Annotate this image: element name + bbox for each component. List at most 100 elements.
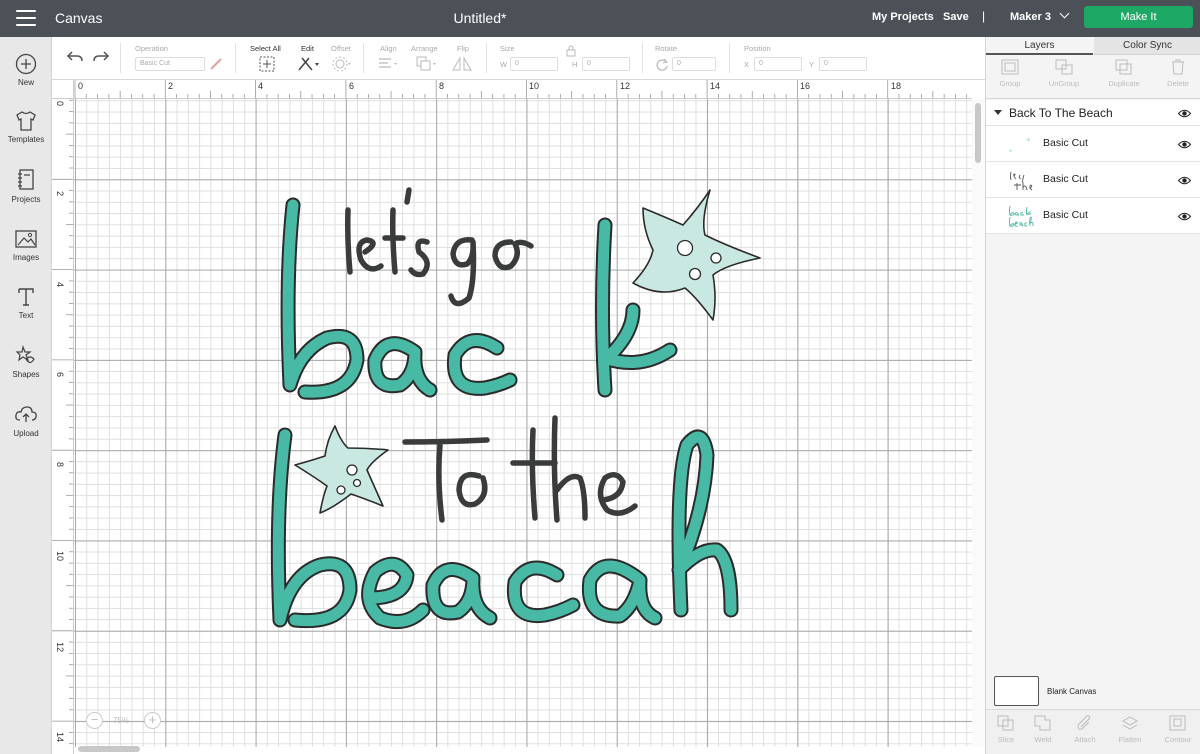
group-button[interactable]: Group [986, 59, 1034, 88]
make-it-button[interactable]: Make It [1084, 6, 1193, 28]
slice-button[interactable]: Slice [986, 715, 1026, 744]
ruler-top-label: 0 [78, 81, 84, 91]
duplicate-button[interactable]: Duplicate [1100, 59, 1148, 88]
lock-icon[interactable] [566, 45, 576, 57]
rotate-input[interactable]: 0 [672, 57, 716, 71]
sidebar-item-text[interactable]: Text [0, 286, 52, 320]
sidebar-item-label: Images [12, 253, 40, 262]
edit-icon[interactable] [297, 56, 321, 72]
top-bar: Canvas Untitled* My Projects Save | Make… [0, 0, 1200, 37]
layer-row[interactable]: * * Basic Cut [986, 126, 1200, 162]
layer-row[interactable]: Basic Cut [986, 162, 1200, 198]
undo-icon[interactable] [66, 50, 84, 64]
operation-select[interactable]: Basic Cut [135, 57, 205, 71]
rotate-value: 0 [677, 60, 681, 67]
width-value: 0 [515, 60, 519, 67]
x-input[interactable]: 0 [754, 57, 802, 71]
layer-row[interactable]: Basic Cut [986, 198, 1200, 234]
layer-name: Basic Cut [1043, 173, 1088, 185]
starfish-small[interactable] [294, 425, 389, 514]
toolbar-divider [120, 43, 121, 73]
flip-label: Flip [457, 44, 470, 53]
layer-group-name: Back To The Beach [1009, 106, 1113, 120]
select-all-icon[interactable] [259, 56, 275, 72]
sidebar-item-templates[interactable]: Templates [0, 110, 52, 144]
my-projects-link[interactable]: My Projects [872, 11, 934, 23]
machine-selector[interactable]: Maker 3 [1010, 8, 1070, 23]
ruler-top-label: 2 [168, 81, 174, 91]
ruler-top-label: 6 [349, 81, 355, 91]
bottom-tools: Slice Weld Attach Flatten Contour [986, 709, 1200, 754]
attach-button[interactable]: Attach [1065, 715, 1105, 744]
horizontal-scrollbar[interactable] [74, 744, 972, 754]
document-title[interactable]: Untitled* [0, 10, 960, 26]
y-label: Y [809, 60, 815, 69]
duplicate-label: Duplicate [1108, 79, 1140, 88]
zoom-control: − 75% + [86, 710, 164, 732]
collapse-triangle-icon[interactable] [994, 110, 1002, 115]
eye-icon[interactable] [1178, 140, 1191, 149]
eye-icon[interactable] [1178, 109, 1191, 118]
flatten-label: Flatten [1118, 735, 1142, 744]
eye-icon[interactable] [1178, 176, 1191, 185]
starfish-thumbnail-icon: ** [1009, 137, 1031, 156]
width-input[interactable]: 0 [510, 57, 558, 71]
align-label: Align [380, 44, 397, 53]
ruler-top-label: 4 [258, 81, 264, 91]
scrollbar-thumb[interactable] [78, 746, 140, 752]
zoom-in-button[interactable]: + [144, 712, 161, 729]
scrollbar-thumb[interactable] [975, 103, 981, 163]
delete-button[interactable]: Delete [1154, 59, 1200, 88]
sidebar-item-projects[interactable]: Projects [0, 168, 52, 204]
rotate-label: Rotate [655, 44, 678, 53]
eye-icon[interactable] [1178, 212, 1191, 221]
layers-panel: Layers Color Sync Group UnGroup Duplicat… [985, 37, 1200, 754]
weld-button[interactable]: Weld [1023, 715, 1063, 744]
layer-group-row[interactable]: Back To The Beach [986, 100, 1200, 126]
sidebar-item-new[interactable]: New [0, 53, 52, 87]
ruler-top-label: 14 [710, 81, 721, 91]
zoom-out-button[interactable]: − [86, 712, 103, 729]
ruler-top-label: 10 [529, 81, 540, 91]
sidebar-item-upload[interactable]: Upload [0, 404, 52, 438]
notebook-icon [18, 169, 34, 190]
flatten-button[interactable]: Flatten [1110, 715, 1150, 744]
y-input[interactable]: 0 [819, 57, 867, 71]
tab-color-sync[interactable]: Color Sync [1094, 37, 1200, 55]
y-value: 0 [824, 60, 828, 67]
tab-layers[interactable]: Layers [986, 37, 1093, 55]
delete-label: Delete [1167, 79, 1189, 88]
sidebar-item-images[interactable]: Images [0, 228, 52, 262]
offset-icon [332, 56, 351, 72]
ruler-top: 0 2 4 6 8 10 12 14 16 18 2 [74, 80, 972, 99]
ruler-left-label: 0 [55, 101, 65, 107]
height-value: 0 [587, 60, 591, 67]
blank-canvas-swatch[interactable] [994, 676, 1039, 706]
ruler-left-label: 12 [55, 642, 65, 653]
height-input[interactable]: 0 [582, 57, 630, 71]
contour-button[interactable]: Contour [1158, 715, 1198, 744]
vertical-scrollbar[interactable] [972, 99, 985, 747]
ungroup-button[interactable]: UnGroup [1040, 59, 1088, 88]
pen-color-icon[interactable] [209, 57, 223, 71]
attach-icon [1077, 715, 1091, 730]
to-the-text[interactable] [402, 415, 638, 523]
tshirt-icon [16, 111, 36, 131]
sidebar-item-label: Text [18, 311, 34, 320]
lets-go-to-the-thumbnail-icon [1010, 171, 1033, 191]
toolbar-divider [486, 43, 487, 73]
height-label: H [572, 60, 578, 69]
starfish-large[interactable] [632, 189, 761, 321]
save-button[interactable]: Save [943, 11, 969, 23]
shapes-icon [15, 345, 35, 364]
sidebar-item-label: Templates [7, 135, 45, 144]
ruler-left-label: 10 [55, 551, 65, 562]
position-label: Position [744, 44, 771, 53]
sidebar-item-shapes[interactable]: Shapes [0, 345, 52, 379]
svg-text:*: * [1009, 148, 1013, 156]
back-to-the-beach-design[interactable] [255, 180, 770, 635]
redo-icon[interactable] [92, 50, 110, 64]
arrange-label: Arrange [411, 44, 438, 53]
ruler-left-label: 8 [55, 462, 65, 468]
lets-go-text[interactable] [345, 187, 534, 307]
